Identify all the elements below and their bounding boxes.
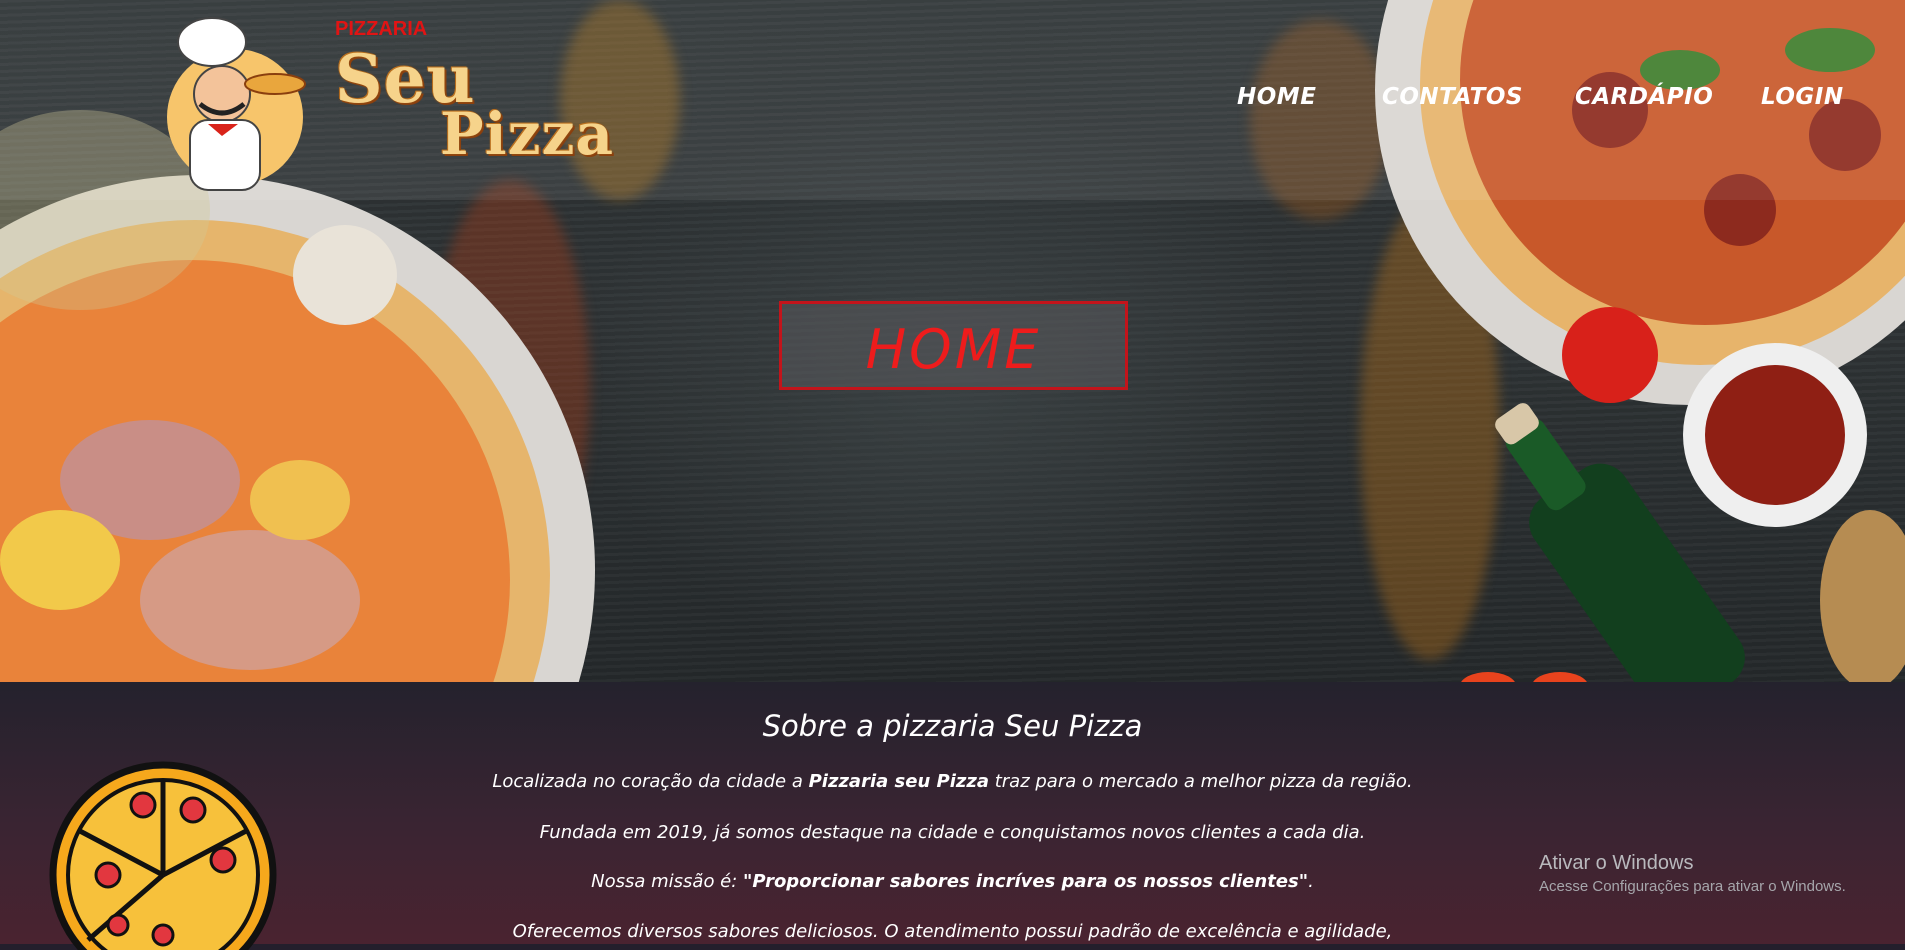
about-paragraph-1: Localizada no coração da cidade a Pizzar… bbox=[0, 771, 1905, 792]
about-p3-bold: "Proporcionar sabores incríves para os n… bbox=[743, 871, 1309, 892]
nav-cardapio[interactable]: CARDÁPIO bbox=[1575, 84, 1713, 110]
nav-home[interactable]: HOME bbox=[1237, 84, 1316, 110]
wheat bbox=[1820, 510, 1905, 682]
ham-topping bbox=[140, 530, 360, 670]
about-p1-text-end: traz para o mercado a melhor pizza da re… bbox=[989, 771, 1413, 792]
about-section: Sobre a pizzaria Seu Pizza Localizada no… bbox=[0, 682, 1905, 950]
nav-login[interactable]: LOGIN bbox=[1761, 84, 1844, 110]
chili-flakes bbox=[1705, 365, 1845, 505]
hero-title: HOME bbox=[865, 318, 1042, 381]
about-paragraph-2: Fundada em 2019, já somos destaque na ci… bbox=[539, 822, 1366, 843]
nav-contatos[interactable]: CONTATOS bbox=[1382, 84, 1523, 110]
about-p1-text: Localizada no coração da cidade a bbox=[492, 771, 809, 792]
hero-banner: PIZZARIA Seu Pizza HOME CONTATOS CARDÁPI… bbox=[0, 0, 1905, 682]
cheese-topping bbox=[0, 510, 120, 610]
about-p3-text-end: . bbox=[1308, 871, 1314, 892]
chef-mascot-icon bbox=[167, 17, 306, 191]
about-p3-text: Nossa missão é: bbox=[591, 871, 744, 892]
cheese-topping bbox=[250, 460, 350, 540]
about-paragraph-4: Oferecemos diversos sabores deliciosos. … bbox=[512, 921, 1393, 942]
brand-name-line2: Pizza bbox=[440, 100, 615, 168]
windows-activation-title: Ativar o Windows bbox=[1539, 852, 1694, 874]
about-p1-bold: Pizzaria seu Pizza bbox=[808, 771, 989, 792]
hero-title-box: HOME bbox=[779, 301, 1128, 390]
windows-activation-subtitle: Acesse Configurações para ativar o Windo… bbox=[1539, 878, 1846, 895]
tomato bbox=[1461, 672, 1515, 682]
tomato bbox=[1562, 307, 1658, 403]
brand-small-label: PIZZARIA bbox=[335, 18, 428, 40]
tomato bbox=[1533, 672, 1587, 682]
garlic bbox=[293, 225, 397, 325]
about-title: Sobre a pizzaria Seu Pizza bbox=[762, 709, 1143, 743]
